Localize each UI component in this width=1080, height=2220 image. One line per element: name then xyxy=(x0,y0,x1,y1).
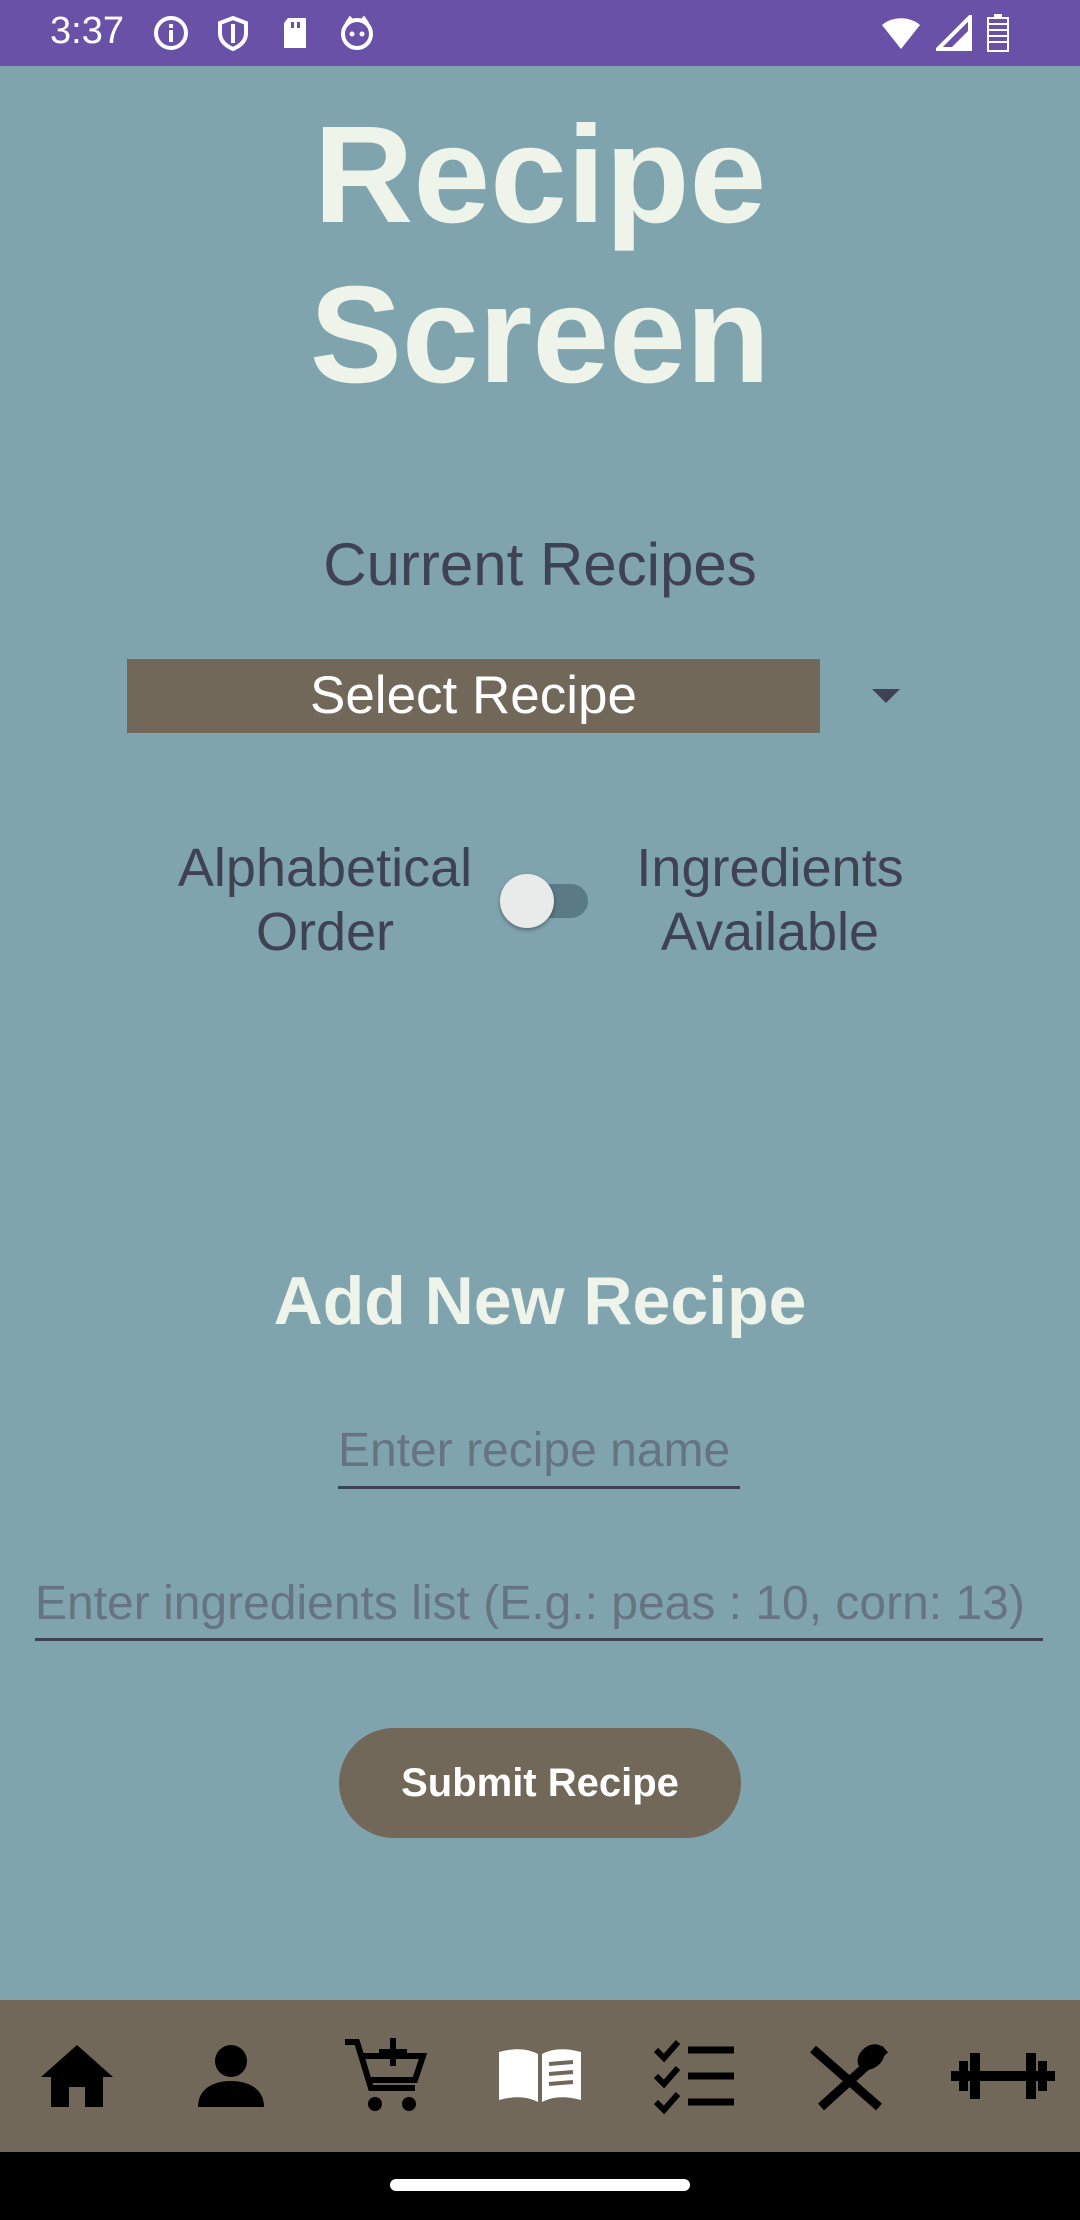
cart-add-icon xyxy=(344,2038,427,2111)
ingredients-available-line-2: Available xyxy=(660,902,880,962)
add-new-recipe-heading: Add New Recipe xyxy=(273,1263,807,1339)
alphabetical-order-line-2: Order xyxy=(255,902,395,962)
alphabetical-order-line-1: Alphabetical xyxy=(177,838,473,898)
submit-recipe-button[interactable]: Submit Recipe xyxy=(339,1728,741,1838)
bottom-navigation xyxy=(0,2000,1080,2152)
book-icon xyxy=(498,2049,581,2102)
person-icon xyxy=(198,2045,265,2107)
nav-recipes[interactable] xyxy=(485,2021,595,2131)
nav-shopping[interactable] xyxy=(331,2021,441,2131)
nav-profile[interactable] xyxy=(176,2021,286,2131)
signal-icon xyxy=(933,12,972,56)
status-bar: 3:37 xyxy=(0,0,1080,66)
nav-meals[interactable] xyxy=(794,2021,904,2131)
dropdown-arrow-icon[interactable] xyxy=(872,689,900,703)
sd-card-icon xyxy=(274,12,316,54)
nav-fitness[interactable] xyxy=(948,2021,1058,2131)
switch-thumb xyxy=(500,874,554,928)
wifi-icon xyxy=(880,15,922,56)
recipe-name-input[interactable] xyxy=(338,1414,740,1489)
info-icon xyxy=(150,12,192,54)
ingredients-available-label: Ingredients Available xyxy=(600,836,940,964)
page-title: Recipe Screen xyxy=(0,95,1080,415)
sort-toggle-switch[interactable] xyxy=(500,872,590,928)
recipe-select[interactable]: Select Recipe xyxy=(127,659,820,733)
battery-icon xyxy=(986,14,1010,57)
home-gesture-handle[interactable] xyxy=(390,2179,690,2191)
alphabetical-order-label: Alphabetical Order xyxy=(150,836,500,964)
checklist-icon xyxy=(654,2040,735,2114)
page-title-line-1: Recipe xyxy=(313,98,767,252)
shield-icon xyxy=(212,12,254,54)
current-recipes-label: Current Recipes xyxy=(323,531,757,598)
ingredients-available-line-1: Ingredients xyxy=(636,838,904,898)
cat-icon xyxy=(336,12,378,54)
nav-home[interactable] xyxy=(22,2021,132,2131)
home-icon xyxy=(41,2045,114,2107)
utensils-icon xyxy=(809,2044,888,2111)
ingredients-list-input[interactable] xyxy=(35,1568,1043,1641)
nav-checklist[interactable] xyxy=(639,2021,749,2131)
page-title-line-2: Screen xyxy=(309,258,771,412)
status-time: 3:37 xyxy=(50,10,124,52)
dumbbell-icon xyxy=(950,2053,1055,2099)
